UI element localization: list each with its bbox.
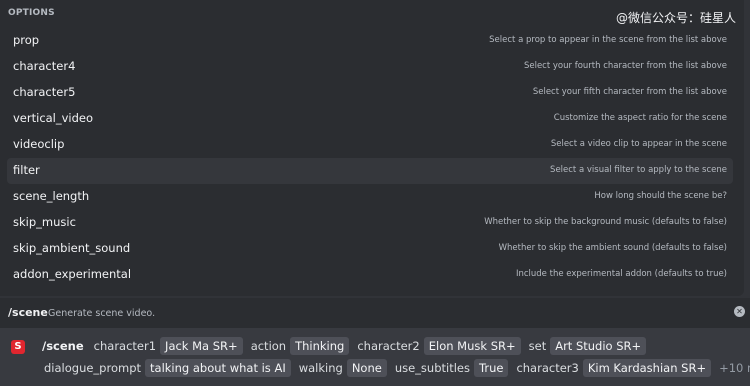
- option-name: addon_experimental: [13, 267, 132, 281]
- option-description: Select a visual filter to apply to the s…: [550, 165, 727, 175]
- command-line-1: /scene character1 Jack Ma SR+ action Thi…: [42, 337, 654, 355]
- option-description: Include the experimental addon (defaults…: [515, 269, 727, 279]
- param-value-chip[interactable]: None: [346, 359, 387, 377]
- option-description: Select your fifth character from the lis…: [532, 87, 727, 97]
- option-name: character4: [13, 59, 76, 73]
- option-name: skip_ambient_sound: [13, 241, 131, 255]
- option-name: prop: [13, 33, 40, 47]
- option-description: Whether to skip the background music (de…: [484, 217, 727, 227]
- param-label: character2: [357, 339, 420, 353]
- options-header: OPTIONS: [8, 8, 55, 18]
- command-line-2: dialogue_prompt talking about what is AI…: [44, 359, 750, 377]
- param-label: character3: [516, 361, 579, 375]
- param-label: action: [250, 339, 287, 353]
- options-list: prop Select a prop to appear in the scen…: [7, 28, 733, 288]
- param-value-chip[interactable]: talking about what is AI: [145, 359, 291, 377]
- option-description: Customize the aspect ratio for the scene: [553, 113, 727, 123]
- option-name: character5: [13, 85, 76, 99]
- option-character4[interactable]: character4 Select your fourth character …: [7, 54, 733, 80]
- param-value-chip[interactable]: Jack Ma SR+: [160, 337, 243, 355]
- close-icon[interactable]: ✕: [734, 306, 745, 317]
- param-label: walking: [298, 361, 343, 375]
- option-name: skip_music: [13, 215, 76, 229]
- option-skip-music[interactable]: skip_music Whether to skip the backgroun…: [7, 210, 733, 236]
- app-window: OPTIONS @微信公众号：硅星人 prop Select a prop to…: [0, 0, 750, 386]
- option-description: Select a prop to appear in the scene fro…: [489, 35, 727, 45]
- param-value-chip[interactable]: Thinking: [290, 337, 350, 355]
- option-name: vertical_video: [13, 111, 94, 125]
- option-description: Whether to skip the ambient sound (defau…: [498, 243, 727, 253]
- input-command: /scene: [42, 339, 84, 353]
- param-label: use_subtitles: [394, 361, 470, 375]
- option-vertical-video[interactable]: vertical_video Customize the aspect rati…: [7, 106, 733, 132]
- more-options-link[interactable]: +10 more: [719, 361, 750, 375]
- option-name: filter: [13, 163, 40, 177]
- option-character5[interactable]: character5 Select your fifth character f…: [7, 80, 733, 106]
- app-logo-icon: S: [11, 340, 25, 354]
- hint-command-description: Generate scene video.: [48, 308, 156, 319]
- watermark-text: @微信公众号：硅星人: [615, 11, 736, 25]
- option-videoclip[interactable]: videoclip Select a video clip to appear …: [7, 132, 733, 158]
- command-hint-bar: /scene Generate scene video. ✕: [0, 298, 750, 328]
- param-value-chip[interactable]: Art Studio SR+: [550, 337, 647, 355]
- option-prop[interactable]: prop Select a prop to appear in the scen…: [7, 28, 733, 54]
- param-value-chip[interactable]: Elon Musk SR+: [423, 337, 521, 355]
- option-skip-ambient-sound[interactable]: skip_ambient_sound Whether to skip the a…: [7, 236, 733, 262]
- hint-command-name: /scene: [8, 306, 48, 319]
- param-label: character1: [93, 339, 157, 353]
- option-scene-length[interactable]: scene_length How long should the scene b…: [7, 184, 733, 210]
- param-value-chip[interactable]: Kim Kardashian SR+: [582, 359, 712, 377]
- message-input[interactable]: S /scene character1 Jack Ma SR+ action T…: [0, 328, 750, 386]
- option-name: videoclip: [13, 137, 65, 151]
- param-label: dialogue_prompt: [44, 361, 142, 375]
- option-name: scene_length: [13, 189, 90, 203]
- option-addon-experimental[interactable]: addon_experimental Include the experimen…: [7, 262, 733, 288]
- option-description: Select a video clip to appear in the sce…: [550, 139, 727, 149]
- param-value-chip[interactable]: True: [474, 359, 509, 377]
- option-description: Select your fourth character from the li…: [523, 61, 727, 71]
- option-description: How long should the scene be?: [594, 191, 727, 201]
- options-popup: OPTIONS @微信公众号：硅星人 prop Select a prop to…: [0, 0, 744, 296]
- param-label: set: [528, 339, 547, 353]
- option-filter[interactable]: filter Select a visual filter to apply t…: [7, 158, 733, 184]
